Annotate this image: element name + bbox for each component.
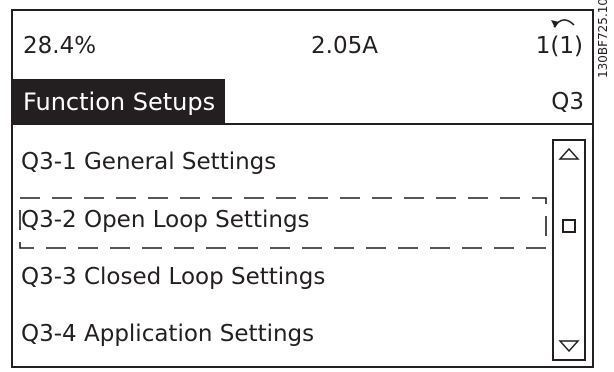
menu-code: Q3: [551, 89, 584, 115]
current-reading: 2.05A: [311, 33, 378, 59]
status-line: 28.4% 2.05A 1(1): [13, 11, 592, 69]
menu-item-open-loop-settings[interactable]: Q3-2 Open Loop Settings: [21, 207, 310, 233]
output-percent: 28.4%: [23, 33, 97, 59]
document-id: 130BF725.10: [596, 0, 610, 78]
scrollbar[interactable]: [552, 139, 586, 361]
menu-item-application-settings[interactable]: Q3-4 Application Settings: [21, 321, 314, 347]
menu-item-closed-loop-settings[interactable]: Q3-3 Closed Loop Settings: [21, 264, 325, 290]
back-arrow-icon[interactable]: [548, 13, 578, 31]
triangle-down-icon[interactable]: [558, 339, 580, 353]
setup-indicator: 1(1): [535, 33, 583, 59]
lcp-display: 28.4% 2.05A 1(1) Function Setups Q3 Q3-1…: [11, 9, 594, 368]
title-bar: Function Setups Q3: [13, 79, 592, 125]
menu-item-general-settings[interactable]: Q3-1 General Settings: [21, 149, 276, 175]
scrollbar-thumb[interactable]: [562, 219, 576, 233]
triangle-up-icon[interactable]: [558, 147, 580, 161]
page-title: Function Setups: [13, 79, 225, 125]
title-divider: [13, 123, 592, 125]
